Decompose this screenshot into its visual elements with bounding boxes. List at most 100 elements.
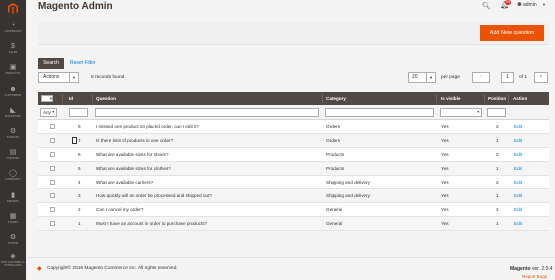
previous-page-button[interactable]: ‹ [472, 72, 490, 83]
per-page-select[interactable]: 20 ▼ [408, 72, 436, 83]
sidebar-item-sales[interactable]: $ SALES [0, 38, 26, 59]
copyright-text: Copyright© 2016 Magento Commerce Inc. Al… [47, 266, 178, 271]
column-id[interactable]: Id [69, 92, 73, 105]
cell-category: General [326, 221, 343, 227]
table-row[interactable]: 5 What are available sizes for clothes? Pr… [38, 161, 549, 176]
edit-link[interactable]: Edit [514, 189, 522, 202]
row-checkbox[interactable] [50, 137, 55, 143]
table-row[interactable]: 6 What are available sizes for shoes? Prod… [38, 147, 549, 162]
sidebar-item-label: DASHBOARD [4, 30, 22, 34]
sidebar-item-label: STORES [7, 220, 19, 224]
sidebar-item-label: PRODUCTS [5, 72, 21, 76]
sidebar-item-dashboard[interactable]: ◔ DASHBOARD [0, 17, 26, 38]
edit-link[interactable]: Edit [514, 162, 522, 175]
id-filter-input[interactable] [69, 108, 88, 117]
sidebar-item-community[interactable]: ◯ COMMUNITY [0, 165, 26, 186]
stores-icon: ▦ [9, 212, 17, 220]
column-divider [484, 94, 485, 103]
sidebar-item-label: COMMUNITY [4, 178, 22, 182]
cell-category: Orders [326, 137, 341, 143]
page-number-input[interactable]: 1 [501, 72, 514, 83]
questions-grid: ▼ Id Question Category Is visible Positi… [38, 92, 549, 232]
chevron-down-icon: ▼ [426, 73, 435, 82]
chevron-left-icon: ‹ [480, 74, 482, 80]
magento-logo[interactable] [0, 0, 26, 17]
cell-position: 2 [496, 179, 499, 185]
customers-icon: ☻ [9, 85, 17, 93]
row-checkbox[interactable] [50, 207, 55, 213]
category-filter-input[interactable] [325, 108, 434, 117]
cell-is-visible: Yes [441, 207, 449, 213]
cell-question: What are available sizes for clothes? [96, 165, 171, 171]
cell-id: 7 [78, 137, 81, 143]
page-title: Magento Admin [38, 1, 113, 12]
chevron-down-icon: ▼ [51, 110, 55, 114]
edit-link[interactable]: Edit [514, 134, 522, 147]
add-new-question-button[interactable]: Add New question [480, 25, 544, 41]
row-checkbox[interactable] [50, 151, 55, 157]
reports-icon: ▮ [11, 191, 15, 199]
search-icon[interactable]: 🔍︎ [482, 2, 491, 10]
chevron-right-icon: › [540, 74, 542, 80]
sidebar-item-products[interactable]: ▣ PRODUCTS [0, 59, 26, 80]
sidebar-item-content[interactable]: ▤ CONTENT [0, 144, 26, 165]
sidebar-item-find-partners-extensions[interactable]: ◈ FIND PARTNERS & EXTENSIONS [0, 250, 26, 270]
reset-filter-link[interactable]: Reset Filter [70, 60, 96, 66]
edit-link[interactable]: Edit [514, 176, 522, 189]
grid-header: ▼ Id Question Category Is visible Positi… [38, 92, 549, 105]
report-bugs-link[interactable]: Report Bugs [522, 274, 547, 279]
sidebar-item-marketing[interactable]: ◣ MARKETING [0, 102, 26, 123]
search-button[interactable]: Search [38, 58, 64, 69]
row-checkbox[interactable] [50, 165, 55, 171]
position-filter-input[interactable] [487, 108, 506, 117]
table-row[interactable]: 7 Is there limit of products in one order… [38, 133, 549, 148]
question-filter-input[interactable] [95, 108, 319, 117]
cell-question: I missed one product on placed order, ca… [96, 124, 199, 129]
sidebar-item-stores[interactable]: ▦ STORES [0, 208, 26, 229]
column-category[interactable]: Category [326, 92, 346, 105]
user-name[interactable]: admin [523, 2, 537, 8]
cell-position: 1 [496, 221, 499, 227]
cell-question: How quickly will an order be processed a… [96, 193, 212, 199]
edit-link[interactable]: Edit [514, 120, 522, 133]
cell-id: 6 [78, 151, 81, 157]
row-checkbox[interactable] [50, 193, 55, 199]
table-row[interactable]: 1 Must I have an account in order to purc… [38, 217, 549, 232]
column-position[interactable]: Position [488, 92, 506, 105]
edit-link[interactable]: Edit [514, 203, 522, 216]
records-found: 8 records found [91, 75, 125, 80]
sidebar-item-system[interactable]: ⚙ SYSTEM [0, 229, 26, 250]
table-row[interactable]: 8 I missed one product on placed order, c… [38, 120, 549, 134]
mass-select-checkbox[interactable]: ▼ [41, 95, 53, 102]
user-icon[interactable]: ☻ [516, 1, 523, 8]
column-question[interactable]: Question [96, 92, 116, 105]
sidebar-item-supplies[interactable]: ⚙ SUPPLIES [0, 123, 26, 144]
row-checkbox[interactable] [50, 124, 55, 129]
table-row[interactable]: 4 What are available carriers? Shipping an… [38, 175, 549, 190]
table-row[interactable]: 2 Can I cancel my order? General Yes 2 Edit [38, 203, 549, 218]
per-page-label: per page [441, 75, 460, 80]
sidebar-item-label: REPORTS [6, 199, 20, 203]
table-row[interactable]: 3 How quickly will an order be processed … [38, 189, 549, 204]
row-checkbox[interactable] [50, 179, 55, 185]
sidebar-item-reports[interactable]: ▮ REPORTS [0, 187, 26, 208]
mass-filter-select[interactable]: Any ▼ [40, 108, 57, 117]
cell-id: 5 [78, 165, 81, 171]
sidebar-item-customers[interactable]: ☻ CUSTOMERS [0, 81, 26, 102]
column-action: Action [513, 96, 528, 101]
next-page-button[interactable]: › [534, 72, 548, 83]
cell-is-visible: Yes [441, 179, 449, 185]
cell-category: Shipping and delivery [326, 179, 370, 185]
chevron-down-icon[interactable]: ▼ [542, 2, 546, 7]
is-visible-filter-select[interactable]: ▼ [440, 108, 482, 117]
cell-position: 1 [496, 165, 499, 171]
mass-actions-select[interactable]: Actions ▼ [38, 72, 79, 83]
column-is-visible[interactable]: Is visible [441, 92, 460, 105]
cell-position: 1 [496, 137, 499, 143]
edit-link[interactable]: Edit [514, 217, 522, 230]
admin-sidebar: ◔ DASHBOARD $ SALES ▣ PRODUCTS ☻ CUSTOMERS ◣ MARK… [0, 0, 26, 280]
cell-category: Products [326, 165, 345, 171]
megaphone-icon: ◣ [10, 106, 16, 114]
row-checkbox[interactable] [50, 221, 55, 227]
edit-link[interactable]: Edit [514, 148, 522, 161]
